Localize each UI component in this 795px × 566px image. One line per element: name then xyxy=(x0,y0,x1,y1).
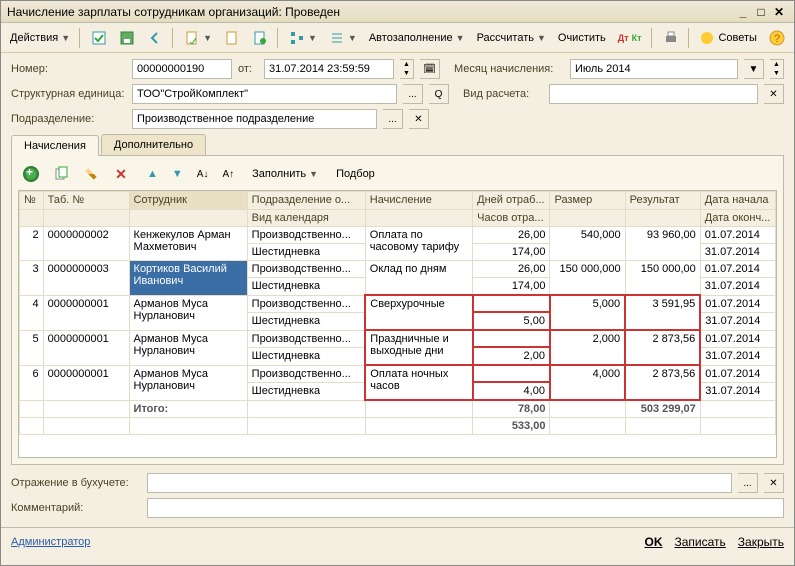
print-icon[interactable] xyxy=(658,27,684,49)
tabpane-accruals: ✕ ▲ ▼ A↓ A↑ Заполнить▼ Подбор № Таб. № С… xyxy=(11,156,784,465)
col-tab[interactable]: Таб. № xyxy=(43,192,129,210)
division-label: Подразделение: xyxy=(11,113,126,125)
advice-button[interactable]: Советы xyxy=(694,27,761,49)
move-up-icon[interactable]: ▲ xyxy=(142,163,163,185)
month-spinner[interactable]: ▲▼ xyxy=(770,59,784,79)
edit-row-button[interactable] xyxy=(78,163,104,185)
date-spinner[interactable]: ▲▼ xyxy=(400,59,414,79)
sort-asc-icon[interactable]: A↓ xyxy=(192,163,214,185)
calc-type-clear-icon[interactable]: ✕ xyxy=(764,84,784,104)
calendar-icon[interactable]: 🗓 xyxy=(420,59,440,79)
save-icon[interactable] xyxy=(114,27,140,49)
doc2-icon[interactable] xyxy=(219,27,245,49)
division-input[interactable] xyxy=(132,109,377,129)
doc3-icon[interactable] xyxy=(247,27,273,49)
unit-input[interactable] xyxy=(132,84,397,104)
autofill-menu[interactable]: Автозаполнение▼ xyxy=(364,27,470,49)
col-emp[interactable]: Сотрудник xyxy=(129,192,247,210)
month-label: Месяц начисления: xyxy=(454,63,564,75)
month-input[interactable] xyxy=(570,59,738,79)
table-row[interactable]: 20000000002 Кенжекулов Арман МахметовичП… xyxy=(20,227,776,244)
division-select-icon[interactable]: ... xyxy=(383,109,403,129)
move-down-icon[interactable]: ▼ xyxy=(167,163,188,185)
add-row-button[interactable] xyxy=(18,163,44,185)
post-icon[interactable] xyxy=(86,27,112,49)
total-row-2: 533,00 xyxy=(20,418,776,435)
app-window: Начисление зарплаты сотрудникам организа… xyxy=(0,0,795,566)
sort-desc-icon[interactable]: A↑ xyxy=(217,163,239,185)
accounting-select-icon[interactable]: ... xyxy=(738,473,758,493)
col-n[interactable]: № xyxy=(20,192,44,210)
subheader-row: Вид календаря Часов отра... Дата оконч..… xyxy=(20,210,776,227)
svg-text:?: ? xyxy=(774,33,780,45)
minimize-icon[interactable]: _ xyxy=(734,5,752,19)
close-button[interactable]: Закрыть xyxy=(738,535,784,549)
number-input[interactable] xyxy=(132,59,232,79)
comment-label: Комментарий: xyxy=(11,502,141,514)
list-icon[interactable]: ▼ xyxy=(324,27,362,49)
back-icon[interactable] xyxy=(142,27,168,49)
accrual-grid[interactable]: № Таб. № Сотрудник Подразделение о... На… xyxy=(18,190,777,458)
dtkt-icon[interactable]: ДтКт xyxy=(613,27,647,49)
col-div[interactable]: Подразделение о... xyxy=(247,192,365,210)
col-start[interactable]: Дата начала xyxy=(700,192,775,210)
main-toolbar: Действия▼ ▼ ▼ ▼ Автозаполнение▼ Рассчита… xyxy=(1,23,794,53)
header-row: № Таб. № Сотрудник Подразделение о... На… xyxy=(20,192,776,210)
grid-toolbar: ✕ ▲ ▼ A↓ A↑ Заполнить▼ Подбор xyxy=(18,162,777,186)
number-label: Номер: xyxy=(11,63,126,75)
division-clear-icon[interactable]: ✕ xyxy=(409,109,429,129)
tree-icon[interactable]: ▼ xyxy=(284,27,322,49)
table-row[interactable]: 60000000001 Арманов Муса НурлановичПроиз… xyxy=(20,365,776,382)
table-row[interactable]: 40000000001 Арманов Муса НурлановичПроиз… xyxy=(20,295,776,312)
admin-link[interactable]: Администратор xyxy=(11,536,90,548)
table-row[interactable]: 30000000003 Кортиков Василий ИвановичПро… xyxy=(20,261,776,278)
close-icon[interactable]: ✕ xyxy=(770,5,788,19)
tab-accruals[interactable]: Начисления xyxy=(11,135,99,156)
col-days[interactable]: Дней отраб... xyxy=(473,192,550,210)
maximize-icon[interactable]: □ xyxy=(752,5,770,19)
from-label: от: xyxy=(238,63,258,75)
unit-open-icon[interactable]: Q xyxy=(429,84,449,104)
table-row[interactable]: 50000000001 Арманов Муса НурлановичПроиз… xyxy=(20,330,776,347)
footer-form: Отражение в бухучете: ... ✕ Комментарий: xyxy=(1,469,794,527)
help-icon[interactable]: ? xyxy=(764,27,790,49)
unit-label: Структурная единица: xyxy=(11,88,126,100)
fill-menu[interactable]: Заполнить▼ xyxy=(247,163,323,185)
total-row: Итого: 78,00 503 299,07 xyxy=(20,400,776,418)
accounting-clear-icon[interactable]: ✕ xyxy=(764,473,784,493)
delete-row-button[interactable]: ✕ xyxy=(108,163,134,185)
calc-type-input[interactable] xyxy=(549,84,758,104)
save-button[interactable]: Записать xyxy=(675,535,726,549)
col-result[interactable]: Результат xyxy=(625,192,700,210)
form-header: Номер: от: ▲▼ 🗓 Месяц начисления: ▼ ▲▼ С… xyxy=(1,53,794,469)
titlebar: Начисление зарплаты сотрудникам организа… xyxy=(1,1,794,23)
doc1-icon[interactable]: ▼ xyxy=(179,27,217,49)
col-accr[interactable]: Начисление xyxy=(365,192,472,210)
date-input[interactable] xyxy=(264,59,394,79)
tabs: Начисления Дополнительно xyxy=(11,134,784,156)
ok-button[interactable]: OK xyxy=(645,535,663,549)
bottom-bar: Администратор OK Записать Закрыть xyxy=(1,527,794,555)
col-size[interactable]: Размер xyxy=(550,192,625,210)
select-button[interactable]: Подбор xyxy=(331,163,380,185)
calc-type-label: Вид расчета: xyxy=(463,88,543,100)
copy-row-button[interactable] xyxy=(48,163,74,185)
unit-select-icon[interactable]: ... xyxy=(403,84,423,104)
actions-menu[interactable]: Действия▼ xyxy=(5,27,75,49)
clear-button[interactable]: Очистить xyxy=(553,27,611,49)
accounting-label: Отражение в бухучете: xyxy=(11,477,141,489)
tab-extra[interactable]: Дополнительно xyxy=(101,134,206,155)
window-title: Начисление зарплаты сотрудникам организа… xyxy=(7,5,340,19)
accounting-input[interactable] xyxy=(147,473,732,493)
month-dropdown-icon[interactable]: ▼ xyxy=(744,59,764,79)
calc-menu[interactable]: Рассчитать▼ xyxy=(472,27,551,49)
comment-input[interactable] xyxy=(147,498,784,518)
